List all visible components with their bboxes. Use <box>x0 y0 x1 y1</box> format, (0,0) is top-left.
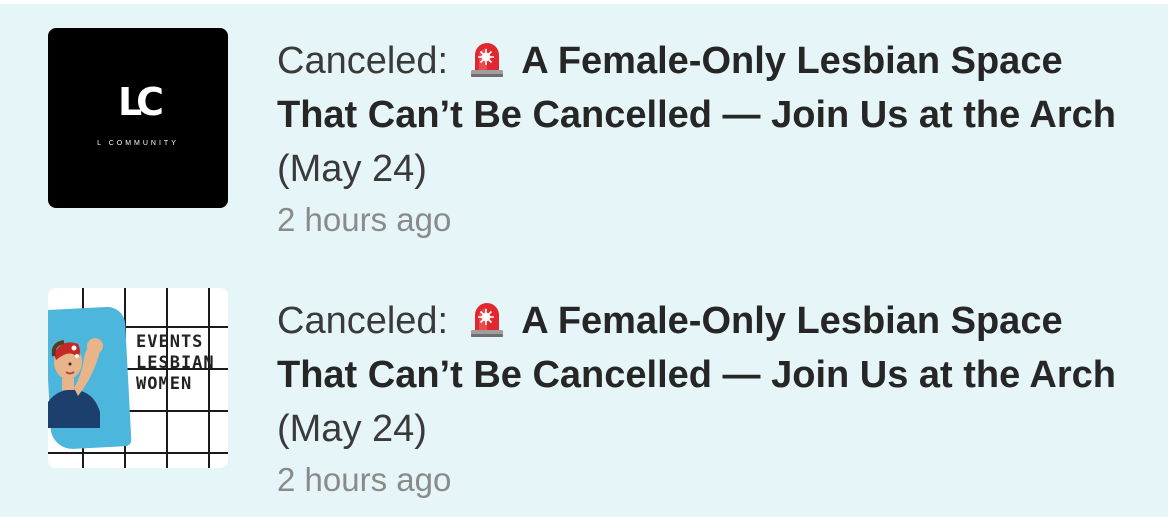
notification-title: Canceled: A Female-Only Lesbian Space Th… <box>277 294 1137 456</box>
events-lesbian-women-poster: EVENTS LESBIAN WOMEN <box>48 288 228 468</box>
logo-subtext: L COMMUNITY <box>97 140 179 147</box>
event-date: (May 24) <box>277 148 427 190</box>
rotating-light-icon <box>470 303 503 337</box>
status-prefix: Canceled: <box>277 40 449 82</box>
timestamp: 2 hours ago <box>277 201 452 238</box>
notification-item[interactable]: LC L COMMUNITY Canceled: A Female-Only L… <box>0 4 1168 264</box>
poster-text: EVENTS LESBIAN WOMEN <box>136 332 215 395</box>
poster-line: EVENTS <box>136 332 204 352</box>
rosie-riveter-illustration <box>48 338 103 428</box>
timestamp: 2 hours ago <box>277 461 452 498</box>
l-community-logo: LC L COMMUNITY <box>48 28 228 208</box>
notification-title: Canceled: A Female-Only Lesbian Space Th… <box>277 34 1137 196</box>
poster-line: WOMEN <box>136 374 193 394</box>
notification-list: LC L COMMUNITY Canceled: A Female-Only L… <box>0 4 1168 517</box>
status-prefix: Canceled: <box>277 300 449 342</box>
rotating-light-icon <box>470 43 503 77</box>
notification-item[interactable]: EVENTS LESBIAN WOMEN Canceled: A Female-… <box>0 264 1168 524</box>
event-date: (May 24) <box>277 408 427 450</box>
poster-grid-line <box>48 452 228 454</box>
poster-line: LESBIAN <box>136 353 215 373</box>
logo-mark: LC <box>117 80 164 124</box>
notification-text: Canceled: A Female-Only Lesbian Space Th… <box>277 294 1137 502</box>
notification-text: Canceled: A Female-Only Lesbian Space Th… <box>277 34 1137 242</box>
